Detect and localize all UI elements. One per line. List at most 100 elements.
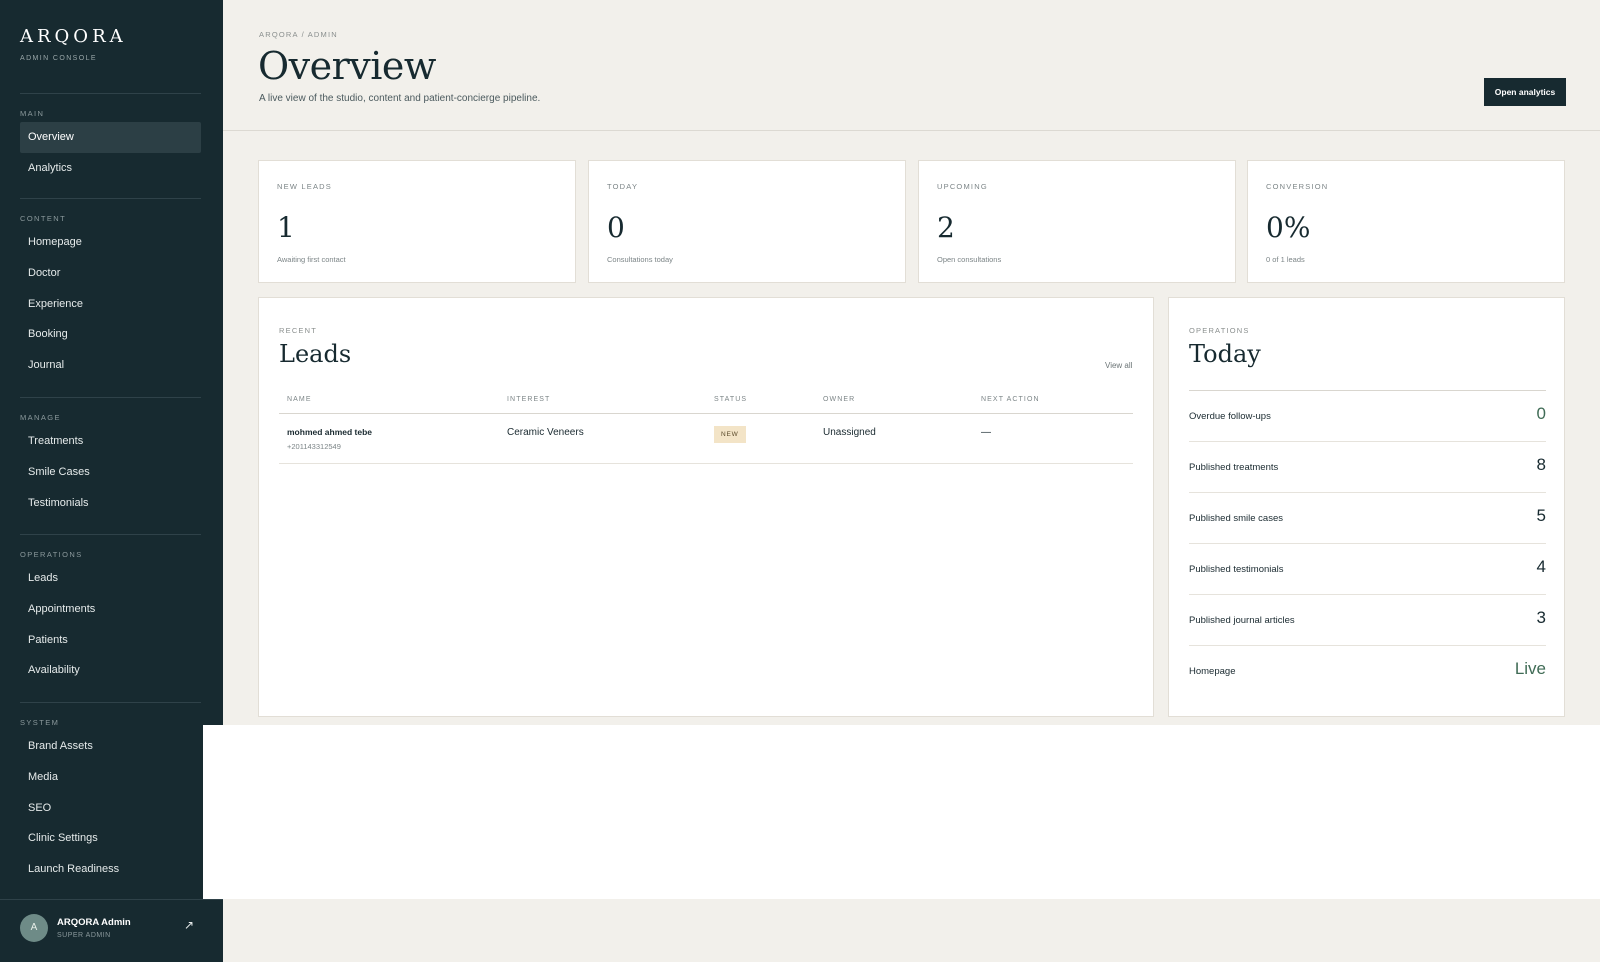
sidebar-item-leads[interactable]: Leads [20,563,201,594]
page-title: Overview [258,44,436,88]
sidebar-item-treatments[interactable]: Treatments [20,426,201,457]
breadcrumb: ARQORA / ADMIN [259,30,338,39]
stat-label: NEW LEADS [277,182,332,191]
leads-eyebrow: RECENT [279,326,318,335]
brand: ARQORA ADMIN CONSOLE [20,26,127,62]
column-header-next-action: NEXT ACTION [981,396,1040,403]
stat-value: 0% [1266,211,1311,244]
sidebar-item-appointments[interactable]: Appointments [20,594,201,625]
view-all-link[interactable]: View all [1105,361,1132,370]
op-label: Published treatments [1189,462,1279,473]
arrow-up-right-icon[interactable]: ↗ [184,918,194,932]
stat-card-today: TODAY 0 Consultations today [588,160,906,283]
op-label: Published journal articles [1189,615,1295,626]
sidebar-item-seo[interactable]: SEO [20,793,201,824]
today-eyebrow: OPERATIONS [1189,326,1250,335]
lead-phone: +201143312549 [287,442,341,451]
brand-subtitle: ADMIN CONSOLE [20,55,97,62]
page-header: ARQORA / ADMIN Overview A live view of t… [223,0,1600,131]
sidebar-item-smile-cases[interactable]: Smile Cases [20,457,201,488]
leads-panel: RECENT Leads View all NAME INTEREST STAT… [258,297,1154,717]
op-value: 5 [1536,506,1546,525]
stat-value: 0 [607,211,625,244]
stat-note: Consultations today [607,255,673,264]
brand-name: ARQORA [20,26,127,47]
nav-section-system: SYSTEM Brand Assets Media SEO Clinic Set… [20,702,201,885]
sidebar-item-brand-assets[interactable]: Brand Assets [20,731,201,762]
nav-section-operations: OPERATIONS Leads Appointments Patients A… [20,534,201,686]
list-item: Published treatments 8 [1189,442,1546,493]
blank-overlay [203,725,1600,899]
table-header: NAME INTEREST STATUS OWNER NEXT ACTION [279,390,1133,414]
list-item: Published smile cases 5 [1189,493,1546,544]
stat-note: Awaiting first contact [277,255,346,264]
today-panel: OPERATIONS Today Overdue follow-ups 0 Pu… [1168,297,1565,717]
list-item: Homepage Live [1189,646,1546,697]
lead-next-action: — [981,427,991,438]
user-role: SUPER ADMIN [57,932,111,939]
sidebar-item-testimonials[interactable]: Testimonials [20,488,201,519]
stat-note: Open consultations [937,255,1002,264]
sidebar-item-patients[interactable]: Patients [20,625,201,656]
leads-table: NAME INTEREST STATUS OWNER NEXT ACTION m… [279,390,1133,464]
sidebar-item-homepage[interactable]: Homepage [20,227,201,258]
stat-value: 2 [937,211,955,244]
op-value: 8 [1536,455,1546,474]
op-value: Live [1514,659,1546,678]
op-value: 3 [1536,608,1546,627]
user-card: A ARQORA Admin SUPER ADMIN ↗ [0,899,223,962]
stat-card-new-leads: NEW LEADS 1 Awaiting first contact [258,160,576,283]
nav-heading: MANAGE [20,413,61,422]
list-item: Overdue follow-ups 0 [1189,391,1546,442]
sidebar-item-launch-readiness[interactable]: Launch Readiness [20,854,201,885]
op-value: 4 [1536,557,1546,576]
op-label: Published smile cases [1189,513,1283,524]
stat-label: TODAY [607,182,639,191]
list-item: Published journal articles 3 [1189,595,1546,646]
op-value: 0 [1536,404,1546,423]
stat-note: 0 of 1 leads [1266,255,1305,264]
page-subtitle: A live view of the studio, content and p… [259,93,541,104]
op-label: Overdue follow-ups [1189,411,1271,422]
today-title: Today [1189,340,1261,368]
nav-heading: OPERATIONS [20,550,83,559]
sidebar-item-booking[interactable]: Booking [20,319,201,350]
sidebar-item-clinic-settings[interactable]: Clinic Settings [20,823,201,854]
nav-heading: CONTENT [20,214,67,223]
sidebar: ARQORA ADMIN CONSOLE MAIN Overview Analy… [0,0,223,962]
lead-owner: Unassigned [823,427,876,438]
user-name: ARQORA Admin [57,917,131,928]
column-header-status: STATUS [714,396,748,403]
nav-heading: SYSTEM [20,718,60,727]
sidebar-item-media[interactable]: Media [20,762,201,793]
list-item: Published testimonials 4 [1189,544,1546,595]
lead-interest: Ceramic Veneers [507,427,584,438]
sidebar-item-overview[interactable]: Overview [20,122,201,153]
op-label: Homepage [1189,666,1236,677]
nav-heading: MAIN [20,109,45,118]
avatar: A [20,914,48,942]
sidebar-item-analytics[interactable]: Analytics [20,153,201,184]
nav-section-content: CONTENT Homepage Doctor Experience Booki… [20,198,201,381]
open-analytics-button[interactable]: Open analytics [1484,78,1566,106]
column-header-name: NAME [287,396,312,403]
lead-name: mohmed ahmed tebe [287,427,373,437]
nav-section-main: MAIN Overview Analytics [20,93,201,184]
sidebar-item-journal[interactable]: Journal [20,350,201,381]
sidebar-item-doctor[interactable]: Doctor [20,258,201,289]
table-row[interactable]: mohmed ahmed tebe +201143312549 Ceramic … [279,414,1133,464]
op-label: Published testimonials [1189,564,1284,575]
stat-label: CONVERSION [1266,182,1329,191]
operations-list: Overdue follow-ups 0 Published treatment… [1189,390,1546,697]
sidebar-item-experience[interactable]: Experience [20,289,201,320]
column-header-owner: OWNER [823,396,856,403]
nav-section-manage: MANAGE Treatments Smile Cases Testimonia… [20,397,201,518]
leads-title: Leads [279,340,352,368]
status-badge: NEW [714,426,746,443]
stat-label: UPCOMING [937,182,988,191]
stat-value: 1 [277,211,295,244]
stat-card-upcoming: UPCOMING 2 Open consultations [918,160,1236,283]
sidebar-item-availability[interactable]: Availability [20,655,201,686]
column-header-interest: INTEREST [507,396,551,403]
stat-card-conversion: CONVERSION 0% 0 of 1 leads [1247,160,1565,283]
